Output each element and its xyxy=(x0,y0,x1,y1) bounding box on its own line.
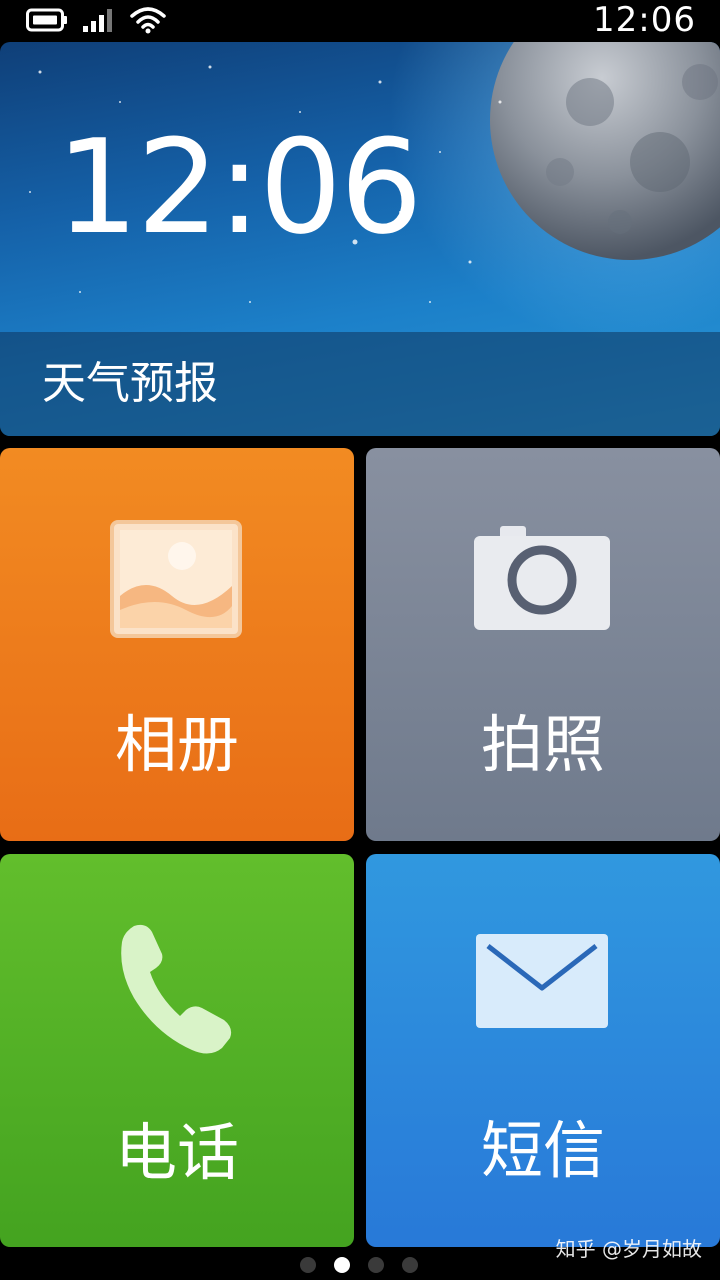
tile-camera-label: 拍照 xyxy=(480,708,605,781)
page-dot[interactable] xyxy=(368,1257,384,1273)
status-time: 12:06 xyxy=(593,0,696,40)
page-indicator xyxy=(300,1257,418,1273)
mail-icon xyxy=(476,934,608,1028)
page-dot[interactable] xyxy=(402,1257,418,1273)
wifi-icon xyxy=(130,7,166,34)
tile-phone-label: 电话 xyxy=(114,1116,239,1189)
status-icons xyxy=(26,6,166,34)
status-bar: 12:06 xyxy=(0,0,720,40)
tile-album-label: 相册 xyxy=(114,708,239,781)
weather-label: 天气预报 xyxy=(42,358,218,409)
clock-time: 12:06 xyxy=(56,111,423,263)
tile-phone[interactable]: 电话 xyxy=(0,854,354,1247)
tile-sms[interactable]: 短信 xyxy=(366,854,720,1247)
tile-album[interactable]: 相册 xyxy=(0,448,354,841)
weather-bar[interactable]: 天气预报 xyxy=(0,332,720,436)
tile-camera[interactable]: 拍照 xyxy=(366,448,720,841)
weather-clock-widget[interactable]: 12:06 天气预报 xyxy=(0,42,720,436)
camera-icon xyxy=(474,526,610,630)
home-screen: 12:06 12:06 天气预报 相册 拍照 电话 短信 知乎 @岁月如故 xyxy=(0,0,720,1280)
battery-icon xyxy=(26,8,67,32)
page-dot-active[interactable] xyxy=(334,1257,350,1273)
signal-icon xyxy=(83,9,112,32)
watermark: 知乎 @岁月如故 xyxy=(555,1237,702,1261)
phone-icon xyxy=(121,924,232,1054)
page-dot[interactable] xyxy=(300,1257,316,1273)
gallery-icon xyxy=(110,520,242,638)
tile-sms-label: 短信 xyxy=(480,1114,605,1187)
